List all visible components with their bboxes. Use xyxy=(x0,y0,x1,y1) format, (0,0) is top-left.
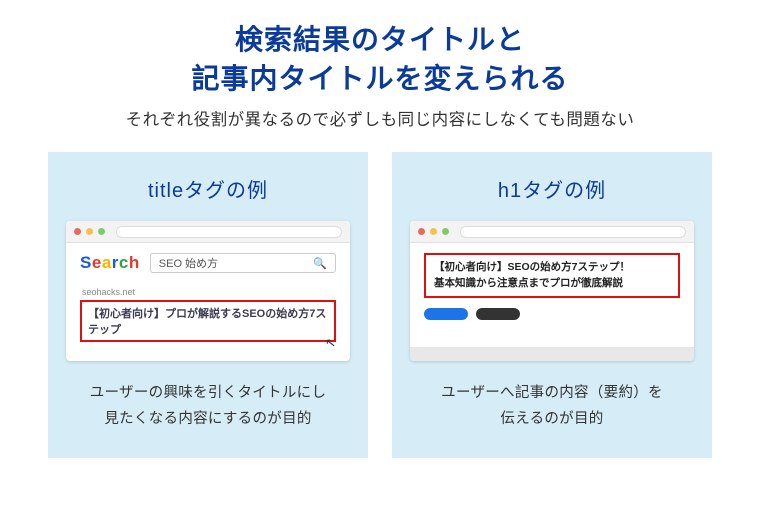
search-logo: Search xyxy=(80,253,140,273)
subtitle: それぞれ役割が異なるので必ずしも同じ内容にしなくても問題ない xyxy=(40,106,720,130)
serp-body: Search SEO 始め方 🔍 seohacks.net 【初心者向け】プロが… xyxy=(66,243,350,350)
address-bar xyxy=(460,226,686,238)
card-desc-left-line1: ユーザーの興味を引くタイトルにし xyxy=(90,385,327,401)
window-dot-max-icon xyxy=(98,228,105,235)
cursor-icon: ↖ xyxy=(324,335,337,352)
card-title-right: h1タグの例 xyxy=(410,174,694,203)
search-row: Search SEO 始め方 🔍 xyxy=(80,253,336,273)
card-desc-left-line2: 見たくなる内容にするのが目的 xyxy=(104,411,311,427)
card-title-left: titleタグの例 xyxy=(66,174,350,203)
card-h1-tag: h1タグの例 【初心者向け】SEOの始め方7ステップ！ 基本知識から注意点までプ… xyxy=(392,152,712,458)
browser-chrome-bar xyxy=(410,221,694,243)
serp-result-title: 【初心者向け】プロが解説するSEOの始め方7ステップ xyxy=(80,300,336,342)
share-pill-dark xyxy=(476,308,520,320)
window-dot-min-icon xyxy=(86,228,93,235)
main-title-line1: 検索結果のタイトルと xyxy=(235,24,525,55)
search-query-text: SEO 始め方 xyxy=(159,255,218,271)
card-desc-right-line1: ユーザーへ記事の内容（要約）を xyxy=(441,385,663,401)
card-desc-left: ユーザーの興味を引くタイトルにし 見たくなる内容にするのが目的 xyxy=(66,381,350,432)
card-desc-right: ユーザーへ記事の内容（要約）を 伝えるのが目的 xyxy=(410,381,694,432)
browser-mock-serp: Search SEO 始め方 🔍 seohacks.net 【初心者向け】プロが… xyxy=(66,221,350,361)
share-pill-blue xyxy=(424,308,468,320)
window-dot-close-icon xyxy=(74,228,81,235)
browser-mock-article: 【初心者向け】SEOの始め方7ステップ！ 基本知識から注意点までプロが徹底解説 xyxy=(410,221,694,361)
window-dot-min-icon xyxy=(430,228,437,235)
article-h1-line2: 基本知識から注意点までプロが徹底解説 xyxy=(434,277,623,289)
share-buttons xyxy=(424,308,680,320)
heading-block: 検索結果のタイトルと 記事内タイトルを変えられる それぞれ役割が異なるので必ずし… xyxy=(40,20,720,130)
article-footer-strip xyxy=(410,347,694,361)
card-title-tag: titleタグの例 Search SEO 始め方 🔍 xyxy=(48,152,368,458)
main-title-line2: 記事内タイトルを変えられる xyxy=(191,63,568,94)
window-dot-max-icon xyxy=(442,228,449,235)
search-input: SEO 始め方 🔍 xyxy=(150,253,336,273)
address-bar xyxy=(116,226,342,238)
search-icon: 🔍 xyxy=(313,257,327,270)
window-dot-close-icon xyxy=(418,228,425,235)
cards-row: titleタグの例 Search SEO 始め方 🔍 xyxy=(40,152,720,458)
serp-site-url: seohacks.net xyxy=(82,287,336,297)
article-h1: 【初心者向け】SEOの始め方7ステップ！ 基本知識から注意点までプロが徹底解説 xyxy=(424,253,680,297)
main-title: 検索結果のタイトルと 記事内タイトルを変えられる xyxy=(40,20,720,98)
card-desc-right-line2: 伝えるのが目的 xyxy=(500,411,603,427)
article-h1-line1: 【初心者向け】SEOの始め方7ステップ！ xyxy=(434,261,630,273)
article-body: 【初心者向け】SEOの始め方7ステップ！ 基本知識から注意点までプロが徹底解説 xyxy=(410,243,694,329)
browser-chrome-bar xyxy=(66,221,350,243)
